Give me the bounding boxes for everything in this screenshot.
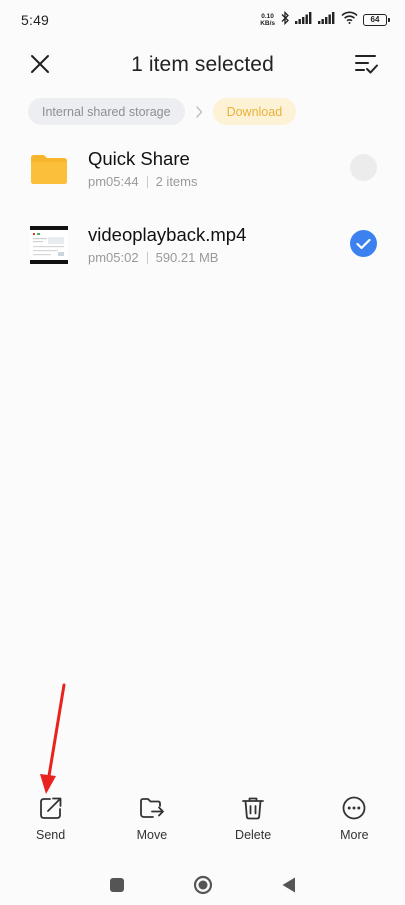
wifi-icon [341, 11, 358, 29]
more-button[interactable]: More [304, 795, 405, 850]
home-circle-icon [193, 875, 212, 895]
file-row-quick-share[interactable]: Quick Share pm05:44 2 items [0, 132, 405, 208]
network-speed-unit: KB/s [260, 20, 275, 27]
breadcrumb: Internal shared storage Download [28, 98, 297, 125]
back-button[interactable] [279, 875, 299, 895]
folder-icon [31, 155, 67, 184]
move-button[interactable]: Move [101, 795, 202, 850]
file-detail: 2 items [155, 174, 198, 189]
selection-header: 1 item selected [0, 40, 405, 90]
breadcrumb-root[interactable]: Internal shared storage [28, 98, 185, 125]
close-icon [31, 55, 49, 73]
checkmark-icon [356, 238, 371, 249]
move-label: Move [136, 828, 168, 842]
file-meta: pm05:44 2 items [88, 174, 198, 189]
select-checkbox[interactable] [350, 154, 377, 181]
bluetooth-icon [280, 10, 290, 30]
file-name: videoplayback.mp4 [88, 224, 247, 245]
breadcrumb-current[interactable]: Download [212, 98, 297, 125]
status-time: 5:49 [21, 12, 50, 28]
file-list: Quick Share pm05:44 2 items videoplaybac… [0, 132, 405, 284]
battery-indicator: 64 [363, 14, 390, 26]
more-icon [342, 796, 366, 820]
more-label: More [340, 828, 369, 842]
select-all-button[interactable] [353, 50, 381, 78]
send-button[interactable]: Send [0, 795, 101, 850]
meta-divider [146, 175, 148, 188]
status-bar: 5:49 0.10 KB/s 64 [0, 0, 405, 40]
signal-icon [318, 11, 336, 29]
send-icon [39, 797, 62, 819]
annotation-arrow [40, 683, 66, 794]
send-label: Send [36, 828, 66, 842]
video-thumbnail [30, 226, 68, 264]
move-icon [139, 798, 164, 818]
page-title: 1 item selected [131, 53, 274, 76]
status-icons: 0.10 KB/s 64 [260, 10, 390, 30]
recents-button[interactable] [107, 875, 127, 895]
delete-button[interactable]: Delete [203, 795, 304, 850]
checklist-icon [355, 55, 378, 74]
file-row-videoplayback[interactable]: videoplayback.mp4 pm05:02 590.21 MB [0, 208, 405, 284]
file-time: pm05:02 [88, 250, 139, 265]
back-triangle-icon [282, 877, 295, 893]
delete-label: Delete [235, 828, 272, 842]
trash-icon [242, 797, 265, 820]
file-time: pm05:44 [88, 174, 139, 189]
network-speed-value: 0.10 [261, 13, 274, 20]
square-icon [109, 878, 124, 892]
action-bar: Send Move Delete More [0, 795, 405, 850]
chevron-right-icon [185, 105, 213, 118]
select-checkbox[interactable] [350, 230, 377, 257]
home-button[interactable] [193, 875, 213, 895]
close-button[interactable] [26, 50, 54, 78]
system-nav-bar [0, 868, 405, 902]
network-speed: 0.10 KB/s [260, 13, 275, 27]
file-meta: pm05:02 590.21 MB [88, 250, 218, 265]
file-name: Quick Share [88, 148, 190, 169]
signal-icon [295, 11, 313, 29]
file-detail: 590.21 MB [155, 250, 219, 265]
meta-divider [146, 251, 148, 264]
